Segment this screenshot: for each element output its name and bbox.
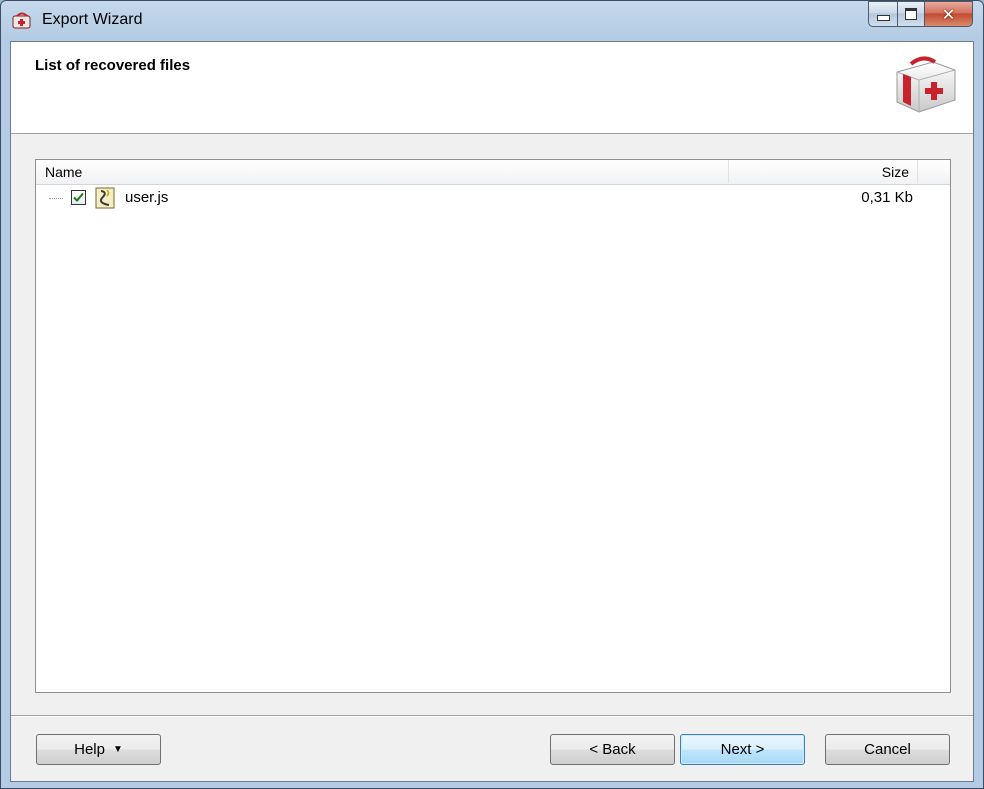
checkmark-icon — [73, 192, 84, 202]
file-size: 0,31 Kb — [861, 189, 913, 206]
window-title: Export Wizard — [42, 11, 143, 28]
tree-connector — [49, 198, 63, 199]
minimize-icon — [876, 15, 890, 21]
wizard-header: List of recovered files — [11, 42, 973, 134]
recovered-files-list[interactable]: Name Size user.js 0,31 Kb — [35, 159, 951, 693]
title-bar[interactable]: Export Wizard ✕ — [1, 1, 983, 41]
app-aid-kit-icon — [12, 12, 31, 29]
close-button[interactable]: ✕ — [924, 1, 973, 27]
close-icon: ✕ — [941, 4, 956, 24]
minimize-button[interactable] — [868, 1, 897, 27]
column-header-size[interactable]: Size — [729, 160, 918, 183]
list-header: Name Size — [36, 160, 950, 185]
maximize-icon — [905, 8, 917, 20]
next-button[interactable]: Next > — [680, 734, 805, 765]
caption-buttons: ✕ — [868, 1, 973, 27]
maximize-button[interactable] — [897, 1, 924, 27]
list-item[interactable]: user.js 0,31 Kb — [36, 186, 950, 210]
wizard-content: List of recovered files Name Size user.j… — [10, 41, 974, 782]
first-aid-kit-icon — [896, 56, 956, 113]
page-title: List of recovered files — [35, 57, 191, 74]
script-file-icon — [95, 187, 115, 209]
cancel-button[interactable]: Cancel — [825, 734, 950, 765]
column-header-size-label: Size — [881, 164, 909, 180]
column-header-name-label: Name — [45, 164, 83, 180]
file-name: user.js — [125, 189, 169, 206]
next-button-label: Next > — [720, 741, 765, 758]
chevron-down-icon: ▼ — [112, 744, 123, 755]
help-button-label: Help — [74, 741, 105, 758]
footer-divider — [11, 715, 973, 717]
back-button[interactable]: < Back — [550, 734, 675, 765]
column-header-name[interactable]: Name — [36, 160, 729, 183]
file-checkbox[interactable] — [71, 190, 86, 205]
help-button[interactable]: Help ▼ — [36, 734, 161, 765]
export-wizard-window: Export Wizard ✕ List of recovered files — [0, 0, 984, 789]
back-button-label: < Back — [589, 741, 636, 758]
cancel-button-label: Cancel — [864, 741, 911, 758]
